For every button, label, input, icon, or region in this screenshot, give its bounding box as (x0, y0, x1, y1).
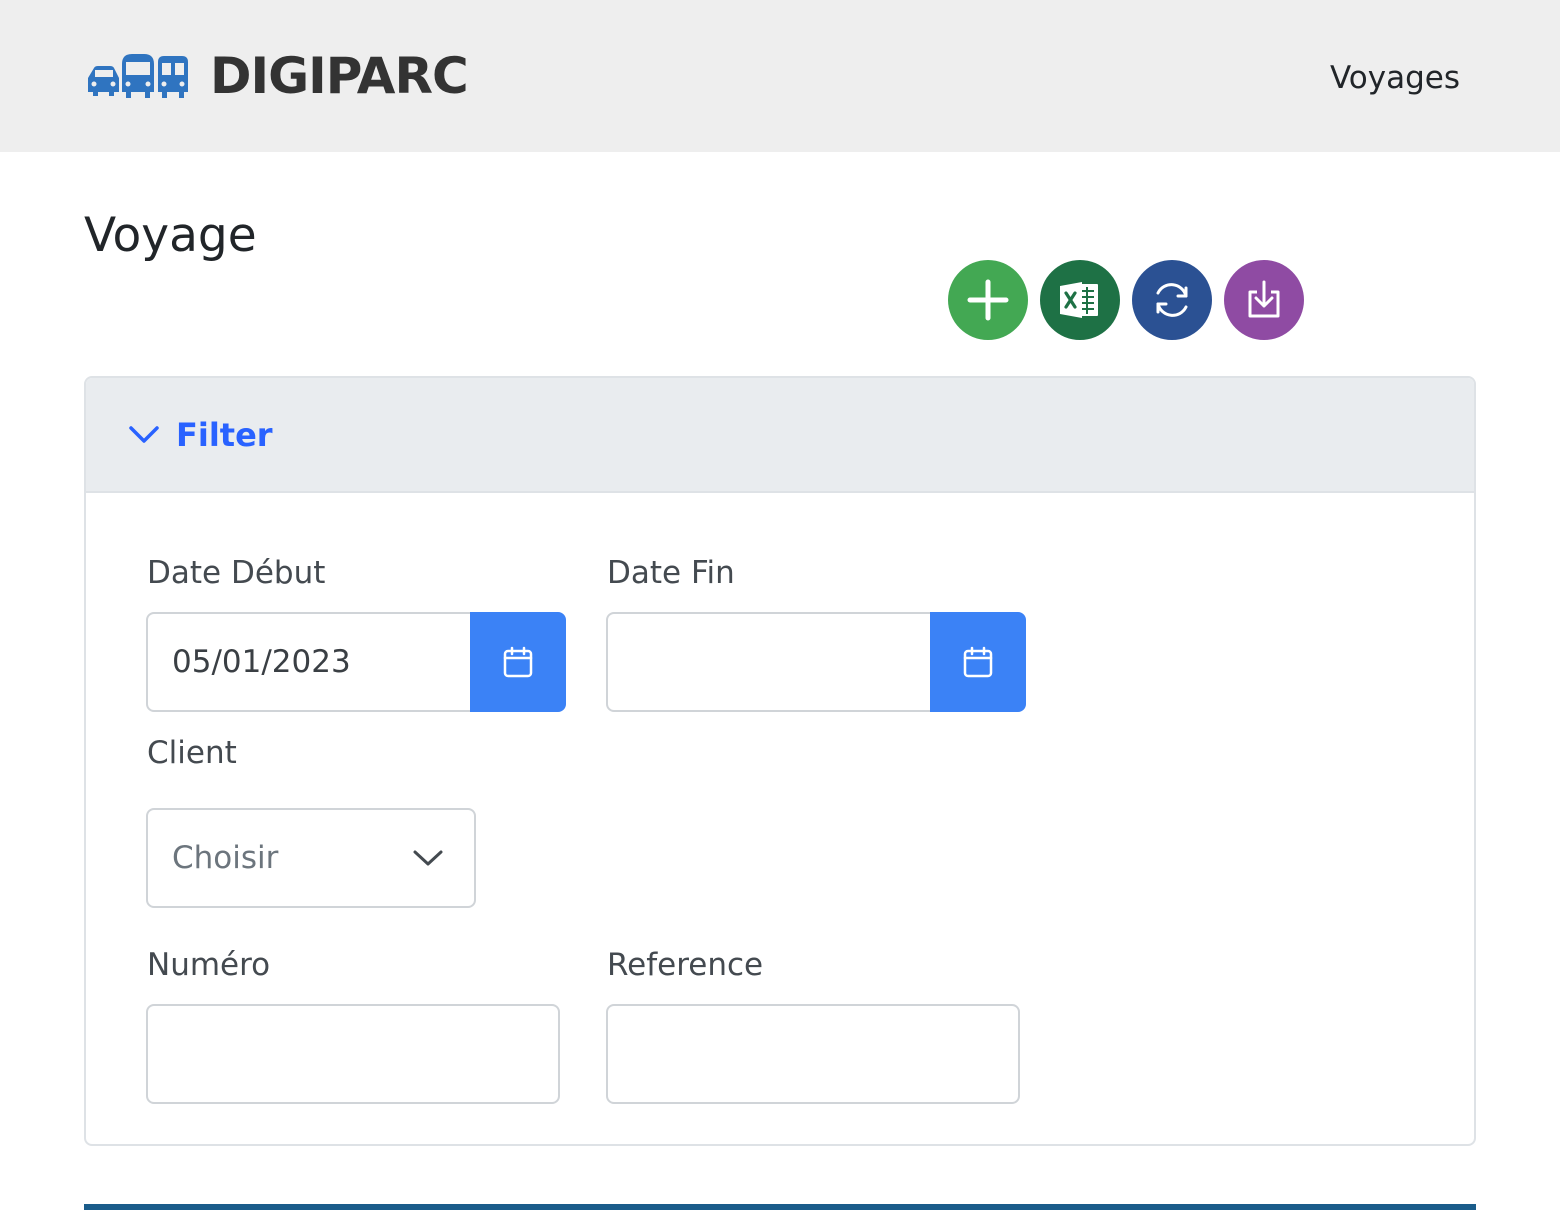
import-button[interactable] (1224, 260, 1304, 340)
client-select-value: Choisir (172, 840, 279, 876)
action-toolbar (948, 260, 1304, 340)
calendar-icon (963, 646, 993, 678)
reference-label: Reference (607, 947, 764, 983)
date-debut-input[interactable]: 05/01/2023 (146, 612, 472, 712)
brand-name: DIGIPARC (210, 47, 469, 105)
plus-icon (967, 279, 1009, 321)
table-top-border (84, 1204, 1476, 1210)
vehicles-logo-icon (88, 54, 188, 98)
refresh-button[interactable] (1132, 260, 1212, 340)
date-debut-label: Date Début (147, 555, 326, 591)
calendar-icon (503, 646, 533, 678)
page-title: Voyage (84, 208, 257, 263)
date-fin-input[interactable] (606, 612, 932, 712)
filter-title: Filter (176, 415, 273, 454)
date-fin-label: Date Fin (607, 555, 735, 591)
top-navbar: DIGIPARC Voyages (0, 0, 1560, 152)
filter-toggle[interactable]: Filter (86, 378, 1474, 493)
download-tray-icon (1248, 280, 1280, 318)
refresh-icon (1156, 283, 1188, 317)
numero-label: Numéro (147, 947, 271, 983)
reference-input[interactable] (606, 1004, 1020, 1104)
client-select[interactable]: Choisir (146, 808, 476, 908)
excel-export-button[interactable] (1040, 260, 1120, 340)
chevron-down-icon (413, 850, 443, 866)
client-label: Client (147, 735, 237, 771)
nav-link-voyages[interactable]: Voyages (1330, 56, 1460, 100)
date-fin-picker-button[interactable] (930, 612, 1026, 712)
brand[interactable]: DIGIPARC (84, 47, 469, 105)
add-button[interactable] (948, 260, 1028, 340)
excel-icon (1060, 282, 1098, 318)
date-debut-picker-button[interactable] (470, 612, 566, 712)
chevron-down-icon (129, 425, 159, 443)
numero-input[interactable] (146, 1004, 560, 1104)
